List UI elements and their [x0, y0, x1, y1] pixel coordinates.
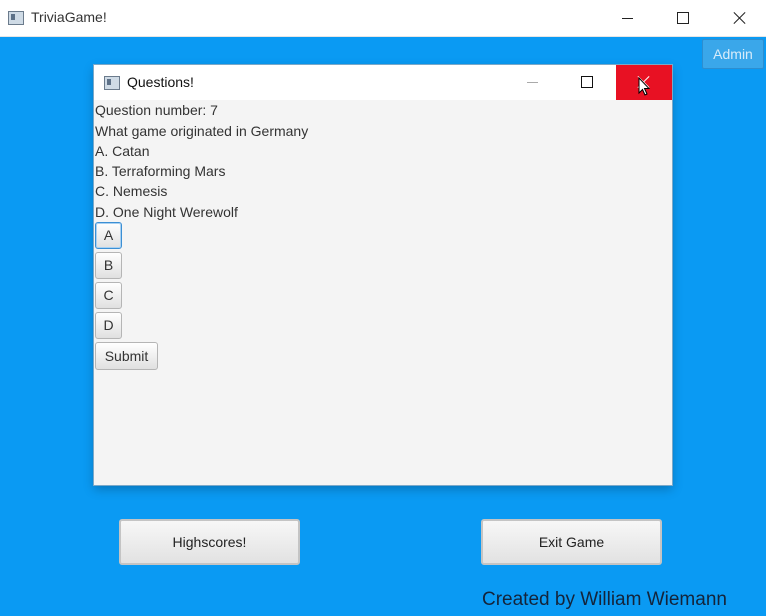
dialog-title: Questions!	[127, 74, 194, 90]
maximize-icon[interactable]	[568, 65, 608, 100]
option-c: C. Nemesis	[95, 183, 168, 199]
minimize-icon[interactable]	[605, 0, 651, 36]
main-titlebar: TriviaGame!	[0, 0, 766, 37]
maximize-icon[interactable]	[660, 0, 706, 36]
questions-dialog: Questions! Question number: 7 What game …	[94, 65, 672, 485]
close-icon[interactable]	[616, 65, 672, 100]
mouse-cursor-icon	[638, 77, 650, 96]
option-a: A. Catan	[95, 143, 150, 159]
exit-game-button[interactable]: Exit Game	[481, 519, 662, 565]
answer-c-button[interactable]: C	[95, 282, 122, 309]
question-number: Question number: 7	[95, 102, 218, 118]
highscores-button[interactable]: Highscores!	[119, 519, 300, 565]
option-d: D. One Night Werewolf	[95, 204, 238, 220]
app-window-icon	[104, 76, 120, 90]
question-text: What game originated in Germany	[95, 123, 309, 139]
credit-text: Created by William Wiemann	[482, 589, 727, 610]
minimize-icon[interactable]	[514, 65, 554, 100]
answer-a-button[interactable]: A	[95, 222, 122, 249]
app-window-icon	[8, 11, 24, 25]
admin-button[interactable]: Admin	[702, 39, 764, 69]
submit-button[interactable]: Submit	[95, 342, 158, 370]
close-icon[interactable]	[716, 0, 762, 36]
answer-b-button[interactable]: B	[95, 252, 122, 279]
option-b: B. Terraforming Mars	[95, 163, 226, 179]
answer-d-button[interactable]: D	[95, 312, 122, 339]
main-content: Admin Questions! Question number: 7 What…	[0, 37, 766, 616]
dialog-titlebar: Questions!	[94, 65, 672, 100]
window-title: TriviaGame!	[31, 9, 107, 25]
